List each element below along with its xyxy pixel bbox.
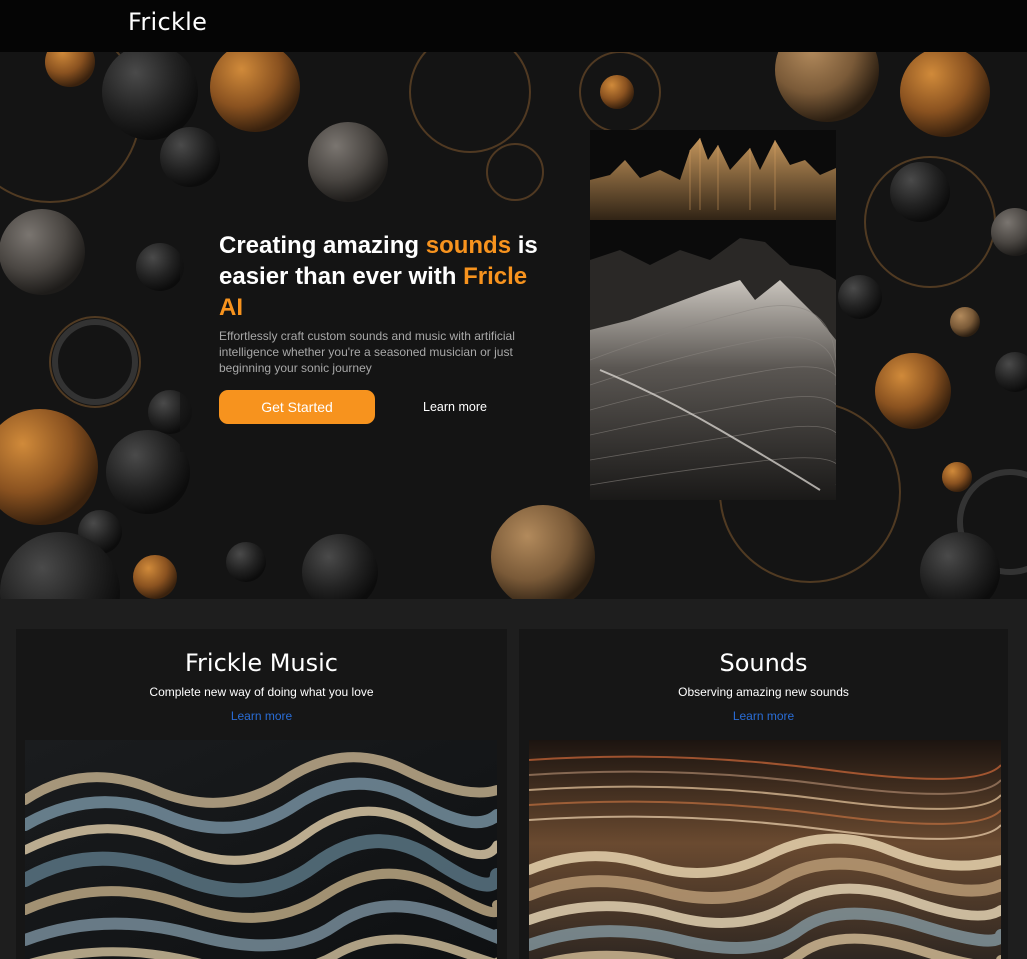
hero-title-part1: Creating amazing <box>219 232 426 259</box>
card-learn-more-link[interactable]: Learn more <box>16 709 507 723</box>
hero-soundwave-image <box>590 130 836 500</box>
hero-section: Creating amazing sounds is easier than e… <box>0 52 1027 599</box>
card-sound-image <box>529 740 1001 959</box>
hero-description: Effortlessly craft custom sounds and mus… <box>219 329 515 375</box>
hero-title: Creating amazing sounds is easier than e… <box>219 230 549 323</box>
hero-title-highlight-sounds: sounds <box>425 232 512 259</box>
card-title: Frickle Music <box>184 649 339 677</box>
card-subtitle: Complete new way of doing what you love <box>149 685 374 699</box>
card-sounds: Sounds Observing amazing new sounds Lear… <box>519 629 1008 959</box>
card-subtitle: Observing amazing new sounds <box>678 685 849 699</box>
card-wave-image <box>25 740 497 959</box>
card-learn-more-link[interactable]: Learn more <box>519 709 1008 723</box>
card-title: Sounds <box>719 649 808 677</box>
top-nav-bar: Frickle <box>0 0 1027 52</box>
card-frickle-music: Frickle Music Complete new way of doing … <box>16 629 507 959</box>
brand-logo[interactable]: Frickle <box>128 8 207 36</box>
hero-background-spheres <box>0 52 1027 599</box>
learn-more-button[interactable]: Learn more <box>408 390 502 424</box>
features-section: Frickle Music Complete new way of doing … <box>0 599 1027 959</box>
get-started-button[interactable]: Get Started <box>219 390 375 424</box>
